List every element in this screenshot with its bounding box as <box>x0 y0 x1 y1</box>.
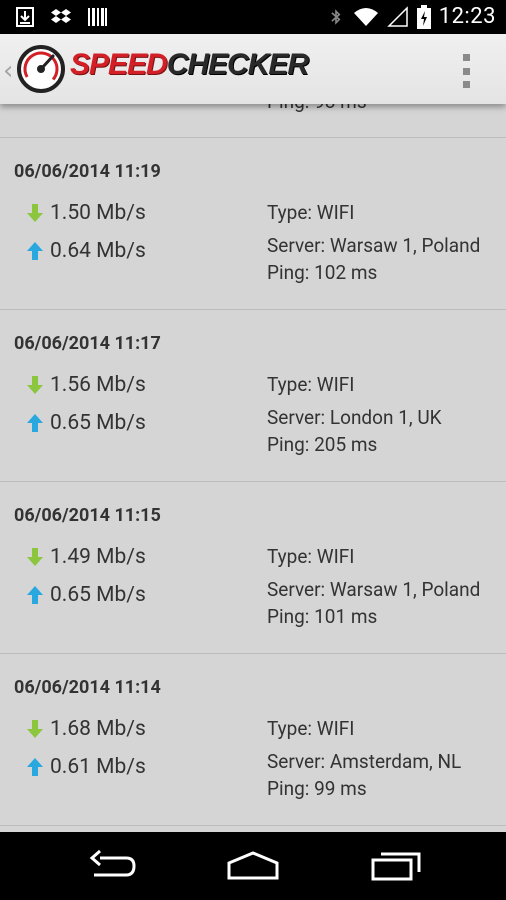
download-value: 1.56 Mb/s <box>50 373 146 397</box>
status-bar: 12:23 <box>0 0 506 34</box>
overflow-menu-button[interactable] <box>456 54 476 88</box>
connection-type: Type: WIFI <box>267 373 355 396</box>
overflow-dot <box>462 54 470 61</box>
speedometer-logo-icon[interactable] <box>16 44 66 94</box>
ping-label: Ping: 205 ms <box>267 433 378 456</box>
upload-value: 0.65 Mb/s <box>50 583 146 607</box>
navigation-bar <box>0 832 506 900</box>
result-datetime: 06/06/2014 11:17 <box>14 333 161 354</box>
download-arrow-icon <box>27 204 43 222</box>
download-arrow-icon <box>27 376 43 394</box>
upload-arrow-icon <box>27 758 43 776</box>
download-speed: 1.68 Mb/s <box>26 717 146 741</box>
server-label: Server: London 1, UK <box>267 406 442 429</box>
upload-value: 0.61 Mb/s <box>50 755 146 779</box>
ping-label: Ping: 101 ms <box>267 605 378 628</box>
recents-icon[interactable] <box>370 848 422 882</box>
results-list[interactable]: Ping: 98 ms 06/06/2014 11:19 1.50 Mb/s 0… <box>0 104 506 832</box>
server-label: Server: Warsaw 1, Poland <box>267 578 481 601</box>
result-datetime: 06/06/2014 11:19 <box>14 161 161 182</box>
action-bar: ‹ SPEEDCHECKER <box>0 34 506 104</box>
result-item[interactable]: 06/06/2014 11:15 1.49 Mb/s 0.65 Mb/s Typ… <box>0 481 506 654</box>
ping-label: Ping: 99 ms <box>267 777 367 800</box>
bluetooth-icon <box>331 8 341 25</box>
download-speed: 1.50 Mb/s <box>26 201 146 225</box>
signal-icon <box>386 5 408 27</box>
download-arrow-icon <box>27 548 43 566</box>
result-item-partial[interactable]: Ping: 98 ms <box>0 104 506 138</box>
upload-value: 0.64 Mb/s <box>50 239 146 263</box>
back-icon[interactable] <box>86 848 138 882</box>
upload-arrow-icon <box>27 586 43 604</box>
ping-label: Ping: 98 ms <box>267 104 367 113</box>
result-datetime: 06/06/2014 11:14 <box>14 677 161 698</box>
home-icon[interactable] <box>226 848 280 882</box>
wifi-icon <box>353 7 378 26</box>
upload-value: 0.65 Mb/s <box>50 411 146 435</box>
overflow-dot <box>462 81 470 88</box>
result-item[interactable]: 06/06/2014 11:17 1.56 Mb/s 0.65 Mb/s Typ… <box>0 309 506 482</box>
connection-type: Type: WIFI <box>267 545 355 568</box>
download-icon <box>16 7 34 27</box>
dropbox-icon <box>51 9 71 23</box>
battery-icon <box>416 4 431 29</box>
upload-speed: 0.61 Mb/s <box>26 755 146 779</box>
connection-type: Type: WIFI <box>267 201 355 224</box>
result-item[interactable]: 06/06/2014 11:14 1.68 Mb/s 0.61 Mb/s Typ… <box>0 653 506 826</box>
overflow-dot <box>462 67 470 75</box>
download-speed: 1.56 Mb/s <box>26 373 146 397</box>
server-label: Server: Warsaw 1, Poland <box>267 234 481 257</box>
upload-speed: 0.64 Mb/s <box>26 239 146 263</box>
result-datetime: 06/06/2014 11:15 <box>14 505 161 526</box>
upload-arrow-icon <box>27 242 43 260</box>
upload-speed: 0.65 Mb/s <box>26 411 146 435</box>
result-item[interactable]: 06/06/2014 11:19 1.50 Mb/s 0.64 Mb/s Typ… <box>0 137 506 310</box>
download-speed: 1.49 Mb/s <box>26 545 146 569</box>
connection-type: Type: WIFI <box>267 717 355 740</box>
server-label: Server: Amsterdam, NL <box>267 750 462 773</box>
barcode-icon <box>88 8 107 26</box>
upload-arrow-icon <box>27 414 43 432</box>
upload-speed: 0.65 Mb/s <box>26 583 146 607</box>
download-value: 1.49 Mb/s <box>50 545 146 569</box>
download-value: 1.68 Mb/s <box>50 717 146 741</box>
clock: 12:23 <box>438 4 496 29</box>
download-arrow-icon <box>27 720 43 738</box>
app-logo-text: SPEEDCHECKER <box>70 48 309 81</box>
up-navigation-icon[interactable]: ‹ <box>3 56 13 86</box>
ping-label: Ping: 102 ms <box>267 261 378 284</box>
download-value: 1.50 Mb/s <box>50 201 146 225</box>
